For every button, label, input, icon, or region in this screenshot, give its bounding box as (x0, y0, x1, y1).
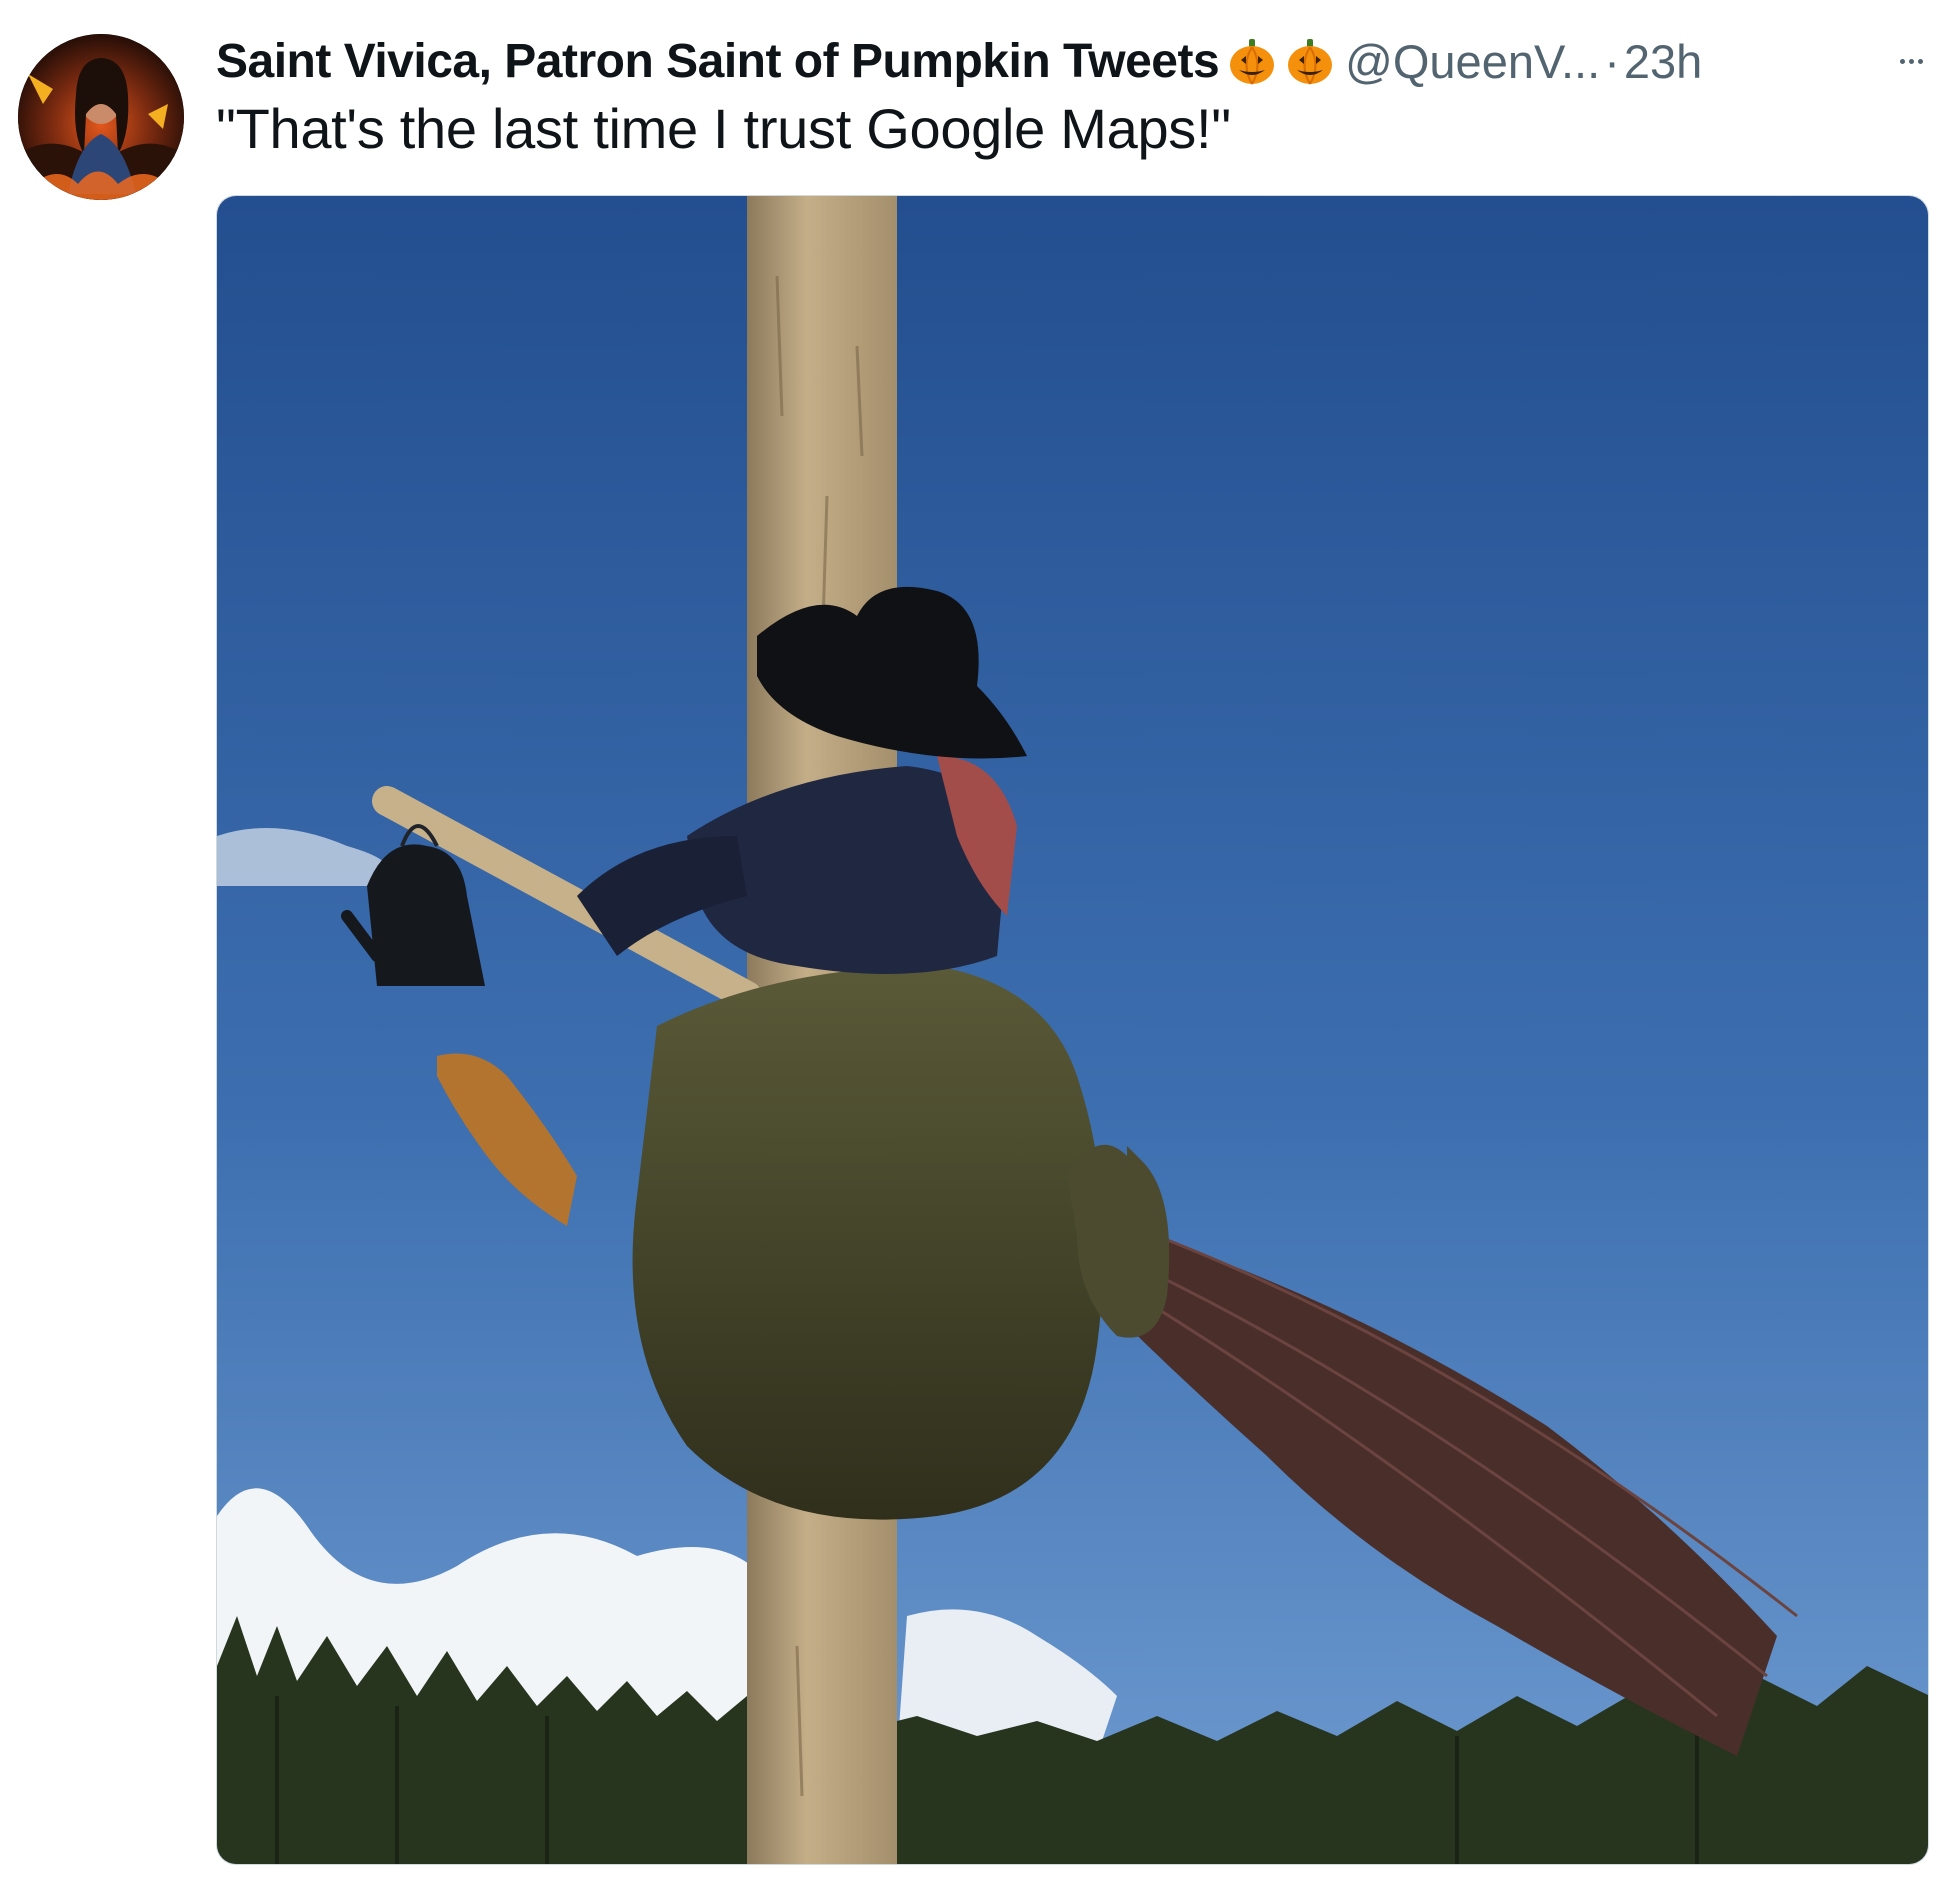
witch-on-pole-photo (217, 196, 1928, 1864)
avatar[interactable] (18, 34, 184, 200)
pumpkin-icon (1285, 36, 1335, 86)
more-button[interactable] (1886, 36, 1936, 86)
tweet[interactable]: Saint Vivica, Patron Saint of Pumpkin Tw… (0, 0, 1947, 1877)
display-name[interactable]: Saint Vivica, Patron Saint of Pumpkin Tw… (216, 34, 1220, 89)
user-handle[interactable]: @QueenV... (1345, 34, 1600, 89)
avatar-image (18, 34, 184, 200)
separator-dot: · (1604, 34, 1620, 88)
tweet-text: "That's the last time I trust Google Map… (216, 97, 1231, 160)
tweet-photo[interactable] (216, 195, 1929, 1865)
pumpkin-icon (1227, 36, 1277, 86)
timestamp[interactable]: 23h (1624, 34, 1702, 89)
more-horizontal-icon (1899, 58, 1905, 64)
tweet-header: Saint Vivica, Patron Saint of Pumpkin Tw… (216, 26, 1936, 96)
